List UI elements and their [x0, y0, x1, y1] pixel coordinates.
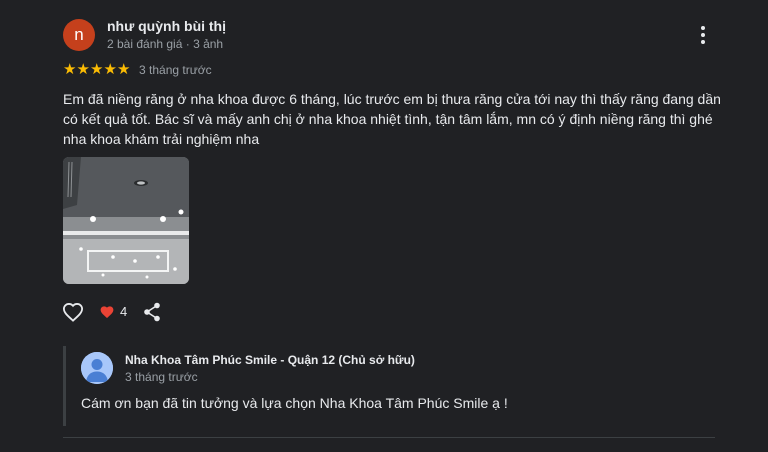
reply-indent-bar	[63, 346, 66, 426]
owner-reply-date: 3 tháng trước	[125, 370, 198, 384]
review-card: n như quỳnh bùi thị 2 bài đánh giá · 3 ả…	[0, 0, 768, 452]
star-rating: ★ ★ ★ ★ ★	[63, 62, 131, 78]
star-icon: ★	[90, 61, 104, 78]
author-meta: 2 bài đánh giá · 3 ảnh	[107, 37, 224, 51]
author-initial: n	[74, 25, 84, 44]
heart-filled-icon	[99, 305, 115, 319]
author-avatar[interactable]: n	[63, 19, 95, 51]
author-name[interactable]: như quỳnh bùi thị	[107, 18, 226, 34]
heart-outline-icon[interactable]	[62, 302, 84, 322]
owner-reply-text: Cám ơn bạn đã tin tưởng và lựa chọn Nha …	[81, 395, 508, 411]
clinic-ceiling-photo	[63, 157, 189, 284]
default-person-avatar[interactable]	[81, 352, 113, 384]
review-text: Em đã niềng răng ở nha khoa được 6 tháng…	[63, 91, 721, 147]
star-icon: ★	[76, 61, 90, 78]
owner-name[interactable]: Nha Khoa Tâm Phúc Smile - Quận 12 (Chủ s…	[125, 353, 415, 367]
star-icon: ★	[117, 61, 131, 78]
like-count: 4	[120, 304, 128, 319]
share-icon[interactable]	[143, 302, 161, 322]
review-photo[interactable]	[63, 157, 189, 284]
more-vert-icon[interactable]	[694, 24, 712, 46]
divider	[63, 437, 715, 438]
star-icon: ★	[63, 61, 77, 78]
review-date: 3 tháng trước	[139, 63, 212, 77]
star-icon: ★	[103, 61, 117, 78]
